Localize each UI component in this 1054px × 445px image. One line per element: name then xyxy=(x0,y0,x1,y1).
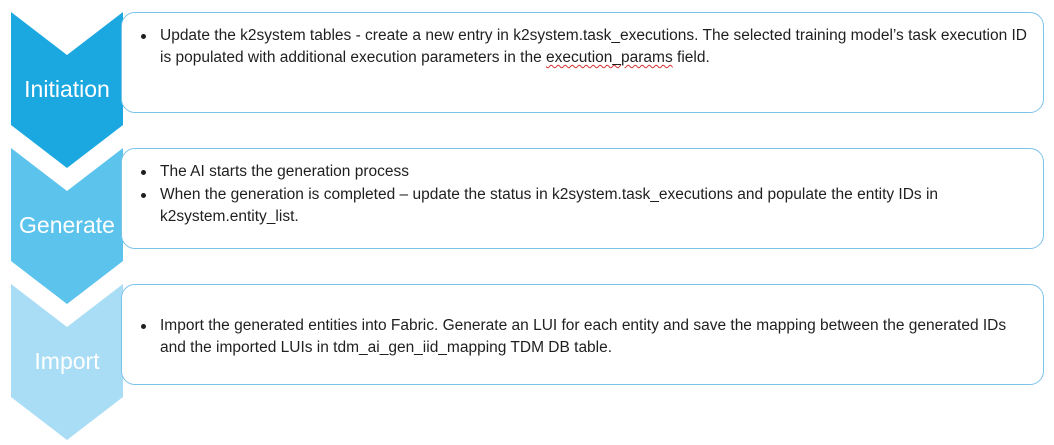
step-label-initiation: Initiation xyxy=(24,76,110,102)
bullet-item: Update the k2system tables - create a ne… xyxy=(134,25,1029,69)
bullet-list-initiation: Update the k2system tables - create a ne… xyxy=(134,25,1029,69)
bullet-list-import: Import the generated entities into Fabri… xyxy=(134,315,1029,359)
process-step-import: Import Import the generated entities int… xyxy=(0,272,1054,442)
bullet-item: When the generation is completed – updat… xyxy=(134,184,1029,228)
step-card-initiation: Update the k2system tables - create a ne… xyxy=(121,12,1044,113)
bullet-item: The AI starts the generation process xyxy=(134,161,1029,183)
step-label-generate: Generate xyxy=(19,212,115,238)
step-label-import: Import xyxy=(34,348,100,374)
bullet-list-generate: The AI starts the generation process Whe… xyxy=(134,161,1029,228)
step-card-generate: The AI starts the generation process Whe… xyxy=(121,148,1044,249)
spellcheck-flagged-word: execution_params xyxy=(546,49,673,66)
step-card-import: Import the generated entities into Fabri… xyxy=(121,284,1044,385)
bullet-item: Import the generated entities into Fabri… xyxy=(134,315,1029,359)
